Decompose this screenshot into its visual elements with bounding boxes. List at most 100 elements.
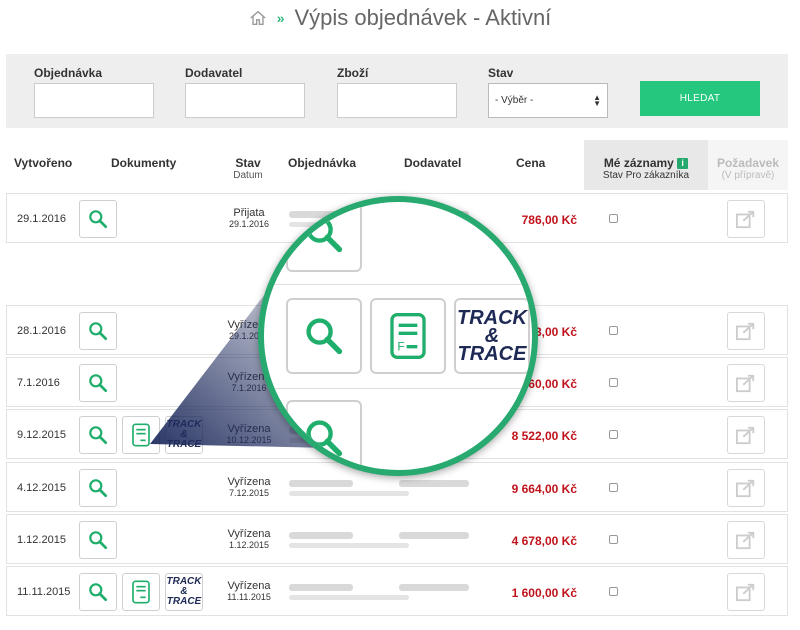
col-supplier[interactable]: Dodavatel xyxy=(404,156,461,170)
order-input[interactable] xyxy=(34,83,154,118)
table-row[interactable]: 11.11.2015 TRACK & TRACE Vyřízena 11.11.2015 1… xyxy=(6,566,788,616)
status-text: Přijata xyxy=(233,207,265,219)
blurred-order-number xyxy=(289,480,353,487)
supplier-filter-label: Dodavatel xyxy=(185,66,243,80)
magnifier-icon xyxy=(89,583,108,602)
track-trace-logo: TRACK & TRACE xyxy=(166,576,202,607)
col-created[interactable]: Vytvořeno xyxy=(14,156,72,170)
svg-text:F: F xyxy=(397,340,404,354)
order-price: 786,00 Kč xyxy=(521,213,577,227)
status-text: Vyřízena xyxy=(227,476,271,488)
created-date: 29.1.2016 xyxy=(17,213,66,225)
request-button[interactable] xyxy=(727,200,765,238)
invoice-icon xyxy=(132,580,150,604)
my-record-checkbox[interactable] xyxy=(609,535,618,544)
zoom-view-button xyxy=(286,400,362,470)
blurred-order-number xyxy=(289,532,353,539)
order-price: 9 664,00 Kč xyxy=(511,482,577,496)
order-status: Vyřízena 10.12.2015 xyxy=(207,423,291,445)
status-text: Vyřízena xyxy=(227,580,271,592)
goods-input[interactable] xyxy=(337,83,457,118)
magnifier-icon xyxy=(306,318,343,355)
view-button[interactable] xyxy=(79,312,117,350)
view-button[interactable] xyxy=(79,364,117,402)
state-select-value: - Výběr - xyxy=(495,95,534,106)
request-button[interactable] xyxy=(727,521,765,559)
zoom-view-button xyxy=(286,202,362,272)
my-record-checkbox[interactable] xyxy=(609,483,618,492)
track-trace-button[interactable]: TRACK & TRACE xyxy=(165,573,203,611)
track-trace-logo: TRACK & TRACE xyxy=(166,419,202,450)
goods-filter: Zboží xyxy=(337,66,457,118)
my-record-checkbox[interactable] xyxy=(609,378,618,387)
invoice-button[interactable] xyxy=(122,573,160,611)
home-icon[interactable] xyxy=(249,9,267,27)
col-my-records-label: Mé záznamy xyxy=(603,156,674,170)
magnifier-icon xyxy=(306,420,343,457)
view-button[interactable] xyxy=(79,521,117,559)
select-arrows-icon: ▲ ▼ xyxy=(593,92,601,108)
order-filter: Objednávka xyxy=(34,66,154,118)
blurred-supplier xyxy=(399,480,469,487)
magnifier-icon xyxy=(89,374,108,393)
col-my-records-sub: Stav Pro zákazníka xyxy=(602,170,690,181)
order-status: Vyřízena 11.11.2015 xyxy=(207,580,291,602)
magnifier-icon xyxy=(89,210,108,229)
invoice-icon: F xyxy=(390,313,426,359)
magnifier-icon xyxy=(89,531,108,550)
order-status: Vyřízena 7.12.2015 xyxy=(207,476,291,498)
view-button[interactable] xyxy=(79,573,117,611)
request-button[interactable] xyxy=(727,573,765,611)
page-header: » Výpis objednávek - Aktivní xyxy=(0,0,800,36)
magnifier-icon xyxy=(89,479,108,498)
view-button[interactable] xyxy=(79,469,117,507)
status-text: Vyřízena xyxy=(227,423,271,435)
col-state[interactable]: Stav Datum xyxy=(216,156,280,181)
request-button[interactable] xyxy=(727,312,765,350)
state-select[interactable]: - Výběr - ▲ ▼ xyxy=(488,83,608,118)
zoom-track-trace-button: TRACK & TRACE xyxy=(454,298,530,374)
state-filter: Stav - Výběr - ▲ ▼ xyxy=(488,66,608,118)
status-date: 7.12.2015 xyxy=(228,488,270,498)
table-header: Vytvořeno Dokumenty Stav Datum Objednávk… xyxy=(6,140,788,190)
order-filter-label: Objednávka xyxy=(34,66,103,80)
supplier-filter: Dodavatel xyxy=(185,66,305,118)
page-title: Výpis objednávek - Aktivní xyxy=(294,5,552,30)
blurred-order-detail xyxy=(289,595,409,600)
invoice-button[interactable] xyxy=(122,416,160,454)
supplier-input[interactable] xyxy=(185,83,305,118)
share-icon xyxy=(736,322,755,341)
status-date: 11.11.2015 xyxy=(227,592,271,602)
my-record-checkbox[interactable] xyxy=(609,214,618,223)
magnifier-icon xyxy=(89,426,108,445)
share-icon xyxy=(736,531,755,550)
col-state-sub: Datum xyxy=(233,170,263,181)
col-price[interactable]: Cena xyxy=(516,156,545,170)
trace-text: TRACE xyxy=(457,343,527,365)
request-button[interactable] xyxy=(727,469,765,507)
blurred-order-detail xyxy=(289,543,409,548)
share-icon xyxy=(736,426,755,445)
zoom-invoice-button: F xyxy=(370,298,446,374)
created-date: 28.1.2016 xyxy=(17,325,66,337)
my-record-checkbox[interactable] xyxy=(609,430,618,439)
search-button[interactable]: HLEDAT xyxy=(640,81,760,116)
request-button[interactable] xyxy=(727,416,765,454)
my-record-checkbox[interactable] xyxy=(609,326,618,335)
created-date: 11.11.2015 xyxy=(17,586,71,598)
view-button[interactable] xyxy=(79,416,117,454)
blurred-order-detail xyxy=(289,491,409,496)
share-icon xyxy=(736,583,755,602)
status-date: 10.12.2015 xyxy=(226,435,272,445)
view-button[interactable] xyxy=(79,200,117,238)
col-documents: Dokumenty xyxy=(111,156,177,170)
request-button[interactable] xyxy=(727,364,765,402)
my-record-checkbox[interactable] xyxy=(609,587,618,596)
order-status: Vyřízena 1.12.2015 xyxy=(207,528,291,550)
table-row[interactable]: 1.12.2015 Vyřízena 1.12.2015 4 678,00 Kč xyxy=(6,514,788,564)
magnifier-icon xyxy=(306,216,343,253)
blurred-supplier xyxy=(399,532,469,539)
info-icon[interactable]: i xyxy=(677,158,689,170)
track-trace-button[interactable]: TRACK & TRACE xyxy=(165,416,203,454)
col-order[interactable]: Objednávka xyxy=(288,156,356,170)
